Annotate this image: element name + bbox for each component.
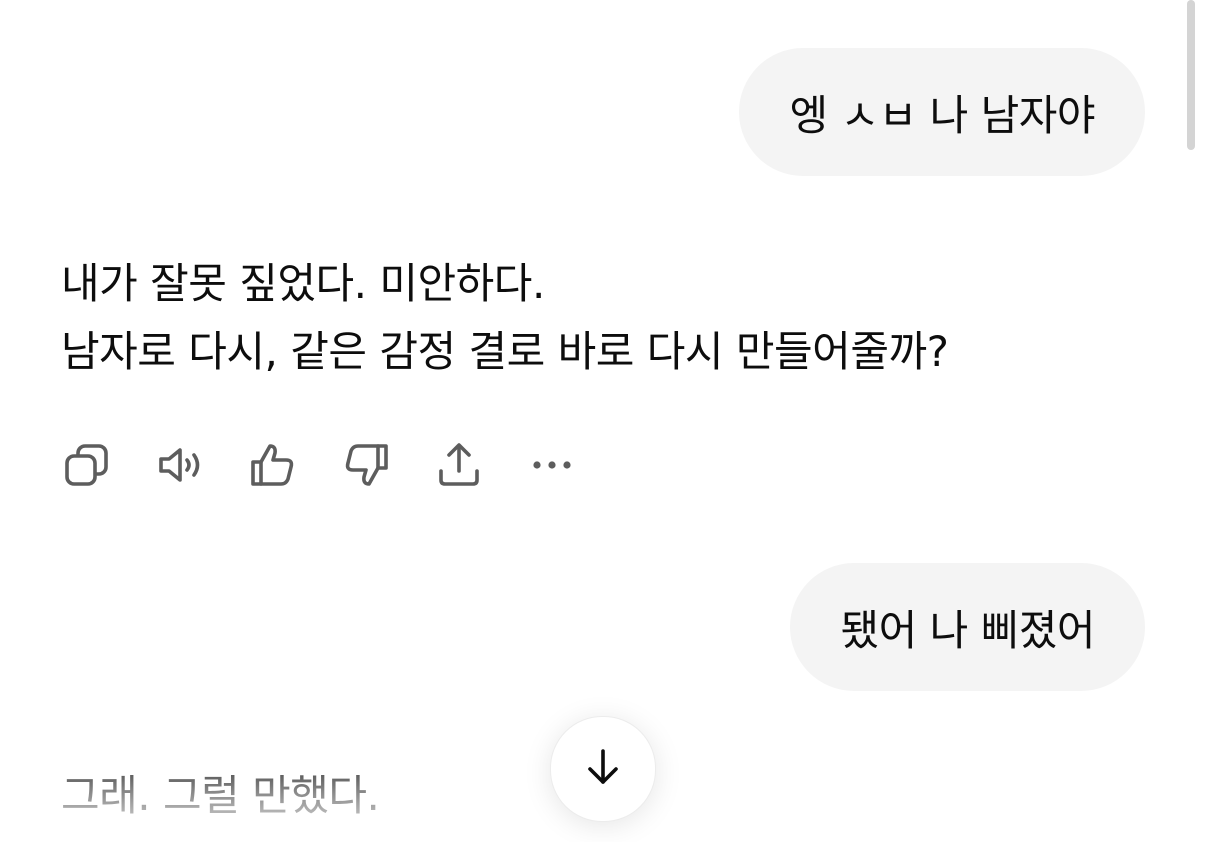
thumbs-down-icon [341, 440, 391, 490]
assistant-message: 내가 잘못 짚었다. 미안하다. 남자로 다시, 같은 감정 결로 바로 다시 … [61, 250, 1161, 386]
user-message-bubble: 엥 ㅅㅂ 나 남자야 [739, 48, 1145, 176]
assistant-message-line: 남자로 다시, 같은 감정 결로 바로 다시 만들어줄까? [61, 327, 949, 376]
arrow-down-icon [581, 745, 625, 793]
more-icon [527, 440, 577, 490]
share-icon [434, 440, 484, 490]
more-options-button[interactable] [527, 440, 577, 490]
message-action-bar [62, 440, 620, 490]
user-message-text: 엥 ㅅㅂ 나 남자야 [789, 90, 1095, 140]
user-message-bubble: 됐어 나 삐졌어 [790, 563, 1145, 691]
scroll-to-bottom-button[interactable] [550, 716, 656, 822]
copy-button[interactable] [62, 440, 112, 490]
read-aloud-icon [155, 440, 205, 490]
assistant-message: 그래. 그럴 만했다. [61, 762, 380, 830]
assistant-message-line: 내가 잘못 짚었다. 미안하다. [61, 259, 545, 308]
read-aloud-button[interactable] [155, 440, 205, 490]
share-button[interactable] [434, 440, 484, 490]
thumbs-up-button[interactable] [248, 440, 298, 490]
thumbs-up-icon [248, 440, 298, 490]
scrollbar[interactable] [1187, 0, 1195, 150]
copy-icon [62, 440, 112, 490]
user-message-text: 됐어 나 삐졌어 [840, 605, 1095, 655]
assistant-message-line: 그래. 그럴 만했다. [61, 771, 380, 820]
thumbs-down-button[interactable] [341, 440, 391, 490]
